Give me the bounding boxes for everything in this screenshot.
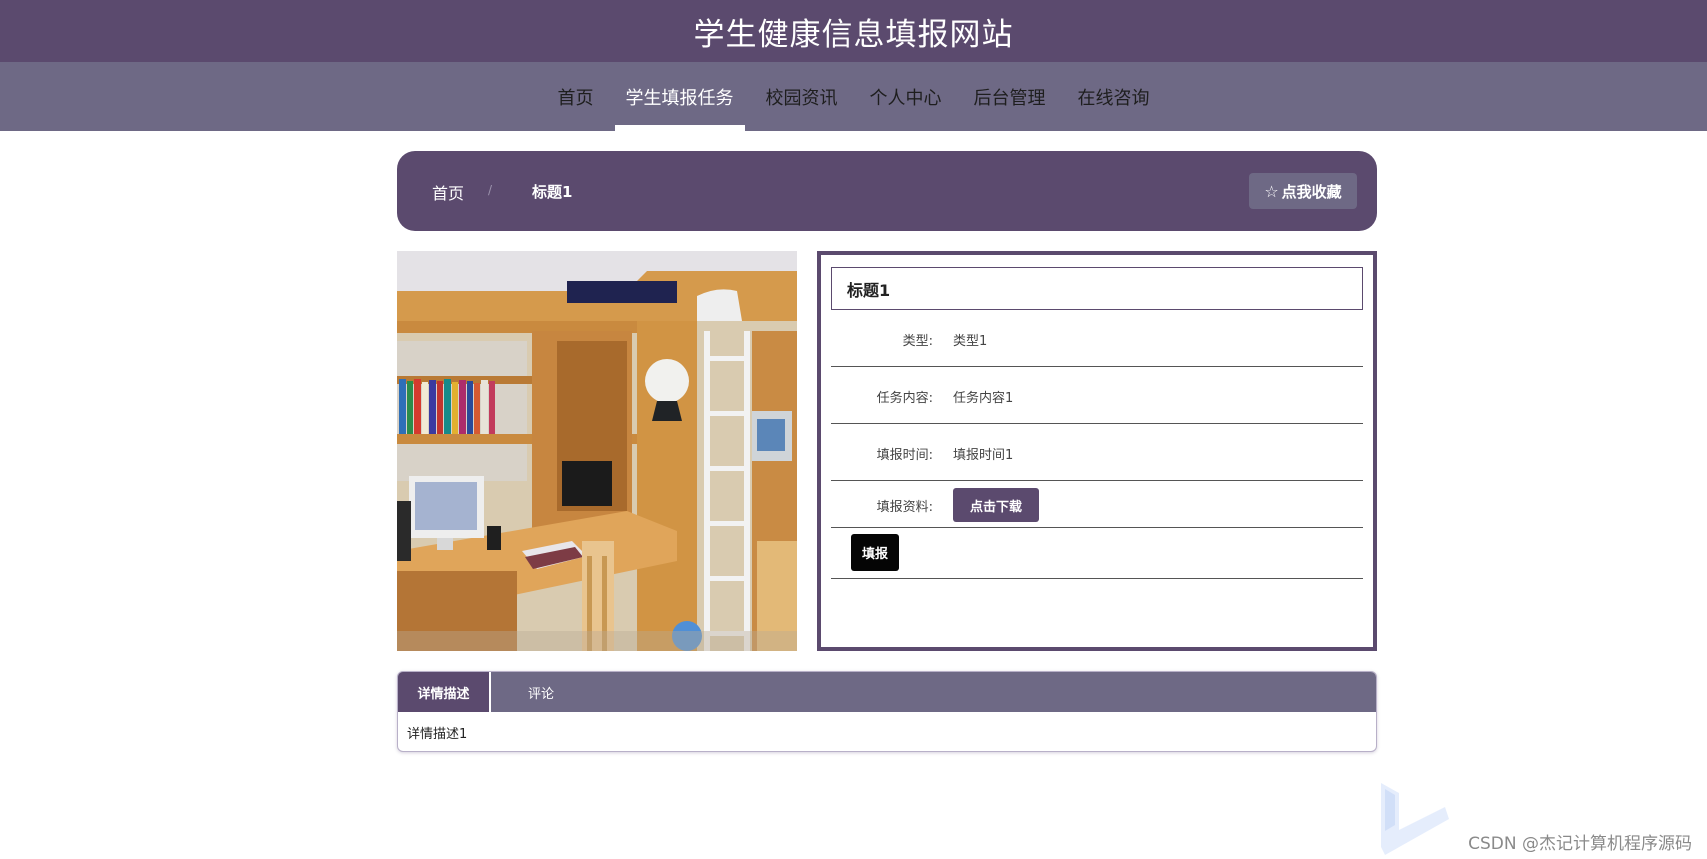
task-title: 标题1	[831, 267, 1363, 310]
submit-report-button[interactable]: 填报	[851, 534, 899, 571]
star-outline-icon: ☆	[1264, 181, 1279, 201]
watermark-logo	[1375, 775, 1455, 855]
tab-comments[interactable]: 评论	[491, 672, 591, 712]
type-value: 类型1	[953, 334, 988, 349]
nav-item-admin[interactable]: 后台管理	[963, 62, 1057, 131]
tab-description[interactable]: 详情描述	[398, 672, 491, 712]
content-value: 任务内容1	[953, 391, 1014, 406]
attachment-label: 填报资料:	[876, 500, 933, 515]
site-title: 学生健康信息填报网站	[693, 16, 1014, 53]
nav-item-news[interactable]: 校园资讯	[755, 62, 849, 131]
nav-item-consult[interactable]: 在线咨询	[1067, 62, 1161, 131]
favorite-button-label: 点我收藏	[1281, 182, 1342, 201]
info-row-attachment: 填报资料: 点击下载	[831, 481, 1363, 528]
detail-tabs: 详情描述 评论 详情描述1	[397, 671, 1377, 752]
breadcrumb-separator: /	[488, 183, 493, 197]
time-value: 填报时间1	[953, 448, 1014, 463]
dormitory-photo	[397, 251, 797, 651]
download-button[interactable]: 点击下载	[953, 488, 1039, 522]
nav-item-home[interactable]: 首页	[547, 62, 605, 131]
nav-item-tasks[interactable]: 学生填报任务	[614, 62, 745, 131]
content-label: 任务内容:	[876, 391, 933, 406]
favorite-button[interactable]: ☆ 点我收藏	[1249, 173, 1357, 209]
info-row-actions: 填报	[831, 528, 1363, 579]
info-row-time: 填报时间: 填报时间1	[831, 424, 1363, 481]
site-header: 学生健康信息填报网站	[0, 0, 1707, 62]
watermark-text: CSDN @杰记计算机程序源码	[1468, 834, 1692, 854]
task-info-panel: 标题1 类型: 类型1 任务内容: 任务内容1 填报时间: 填报时间1 填报资料…	[817, 251, 1377, 651]
type-label: 类型:	[902, 334, 933, 349]
tab-content: 详情描述1	[407, 727, 468, 742]
breadcrumb-current: 标题1	[532, 183, 573, 201]
breadcrumb-home-link[interactable]: 首页	[432, 180, 464, 204]
nav-item-personal-center[interactable]: 个人中心	[859, 62, 953, 131]
info-row-content: 任务内容: 任务内容1	[831, 367, 1363, 424]
info-row-type: 类型: 类型1	[831, 310, 1363, 367]
breadcrumb: 首页 / 标题1 ☆ 点我收藏	[397, 151, 1377, 231]
tab-header: 详情描述 评论	[398, 672, 1376, 712]
task-photo	[397, 251, 797, 651]
main-nav: 首页 学生填报任务 校园资讯 个人中心 后台管理 在线咨询	[0, 62, 1707, 131]
time-label: 填报时间:	[876, 448, 933, 463]
